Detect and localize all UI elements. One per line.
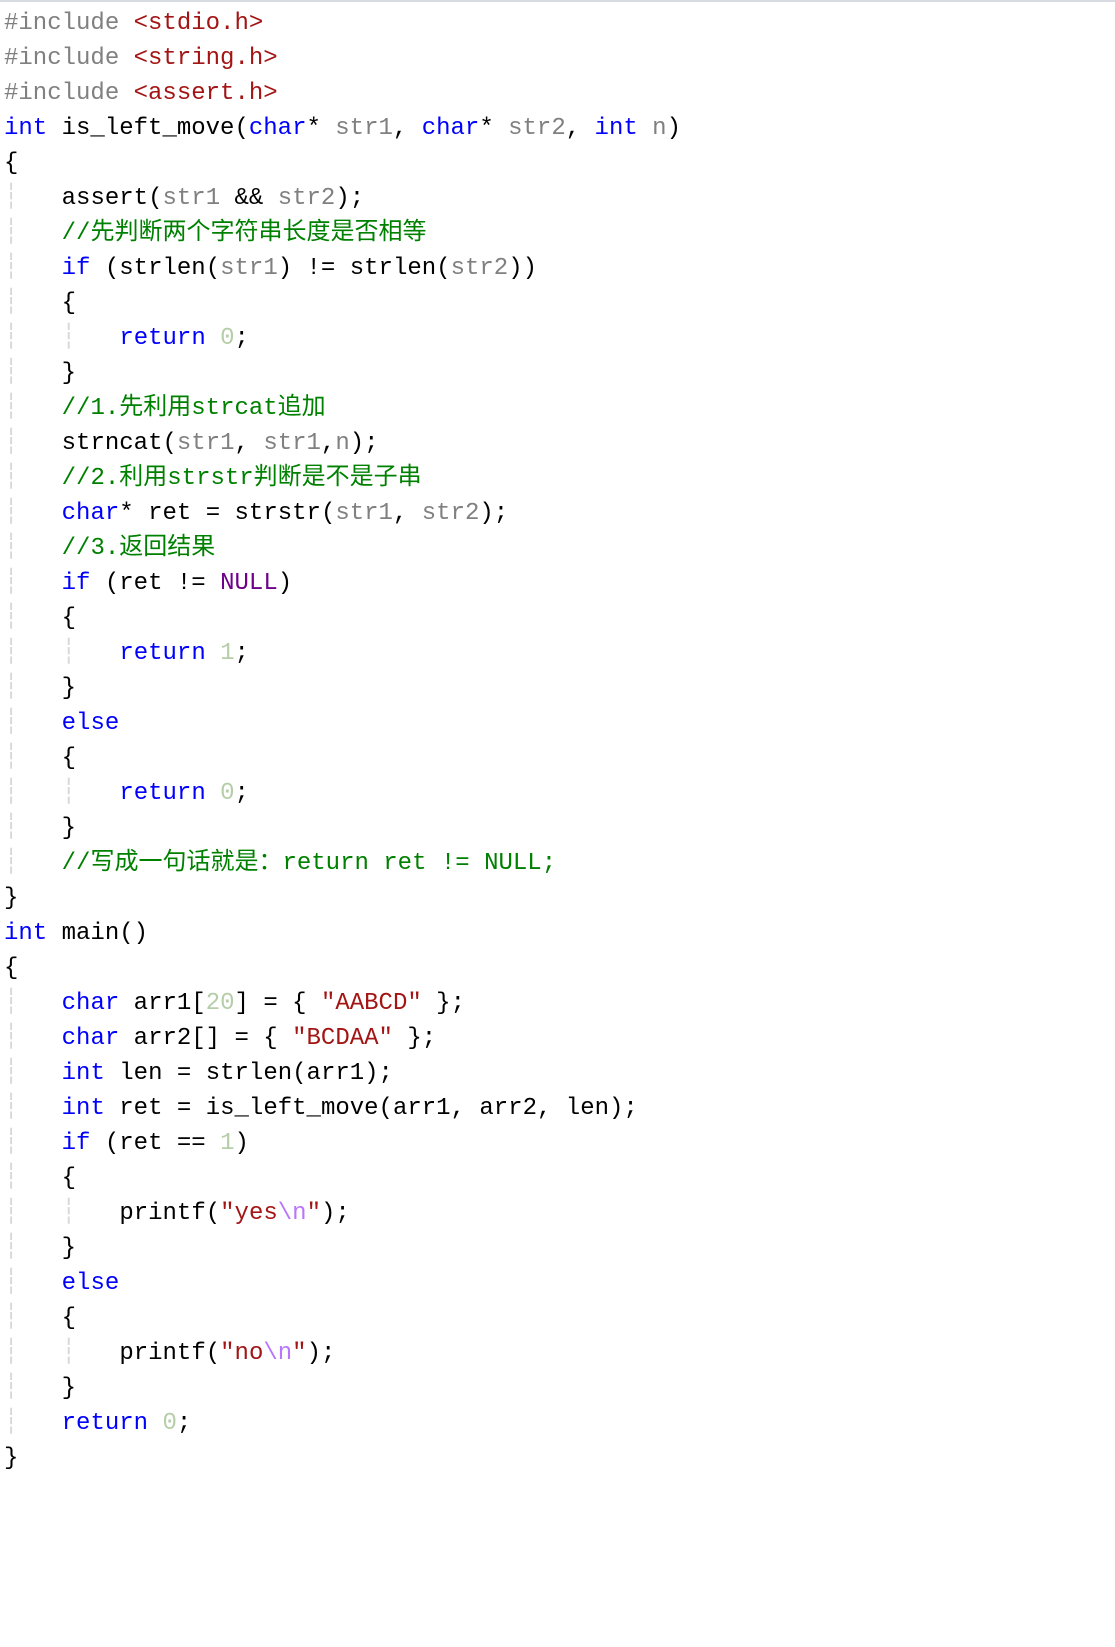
kw-char: char	[249, 115, 307, 142]
kw-else: else	[62, 1270, 120, 1297]
kw-if: if	[62, 255, 91, 282]
kw-return: return	[119, 640, 205, 667]
comment: //写成一句话就是：return ret != NULL;	[62, 850, 556, 877]
include-header: <stdio.h>	[134, 10, 264, 37]
kw-int: int	[4, 920, 47, 947]
param-str1: str1	[335, 115, 393, 142]
string-literal: "no\n"	[220, 1340, 306, 1367]
code-block: #include <stdio.h> #include <string.h> #…	[0, 2, 1115, 1486]
call-printf: printf	[119, 1200, 205, 1227]
kw-else: else	[62, 710, 120, 737]
macro-null: NULL	[220, 570, 278, 597]
string-literal: "BCDAA"	[292, 1025, 393, 1052]
comment: //3.返回结果	[62, 535, 216, 562]
kw-if: if	[62, 570, 91, 597]
kw-char: char	[62, 990, 120, 1017]
kw-if: if	[62, 1130, 91, 1157]
kw-char: char	[62, 1025, 120, 1052]
preproc-include: #include	[4, 80, 134, 107]
param-str2: str2	[508, 115, 566, 142]
func-name: is_left_move	[62, 115, 235, 142]
preproc-include: #include	[4, 10, 134, 37]
string-literal: "AABCD"	[321, 990, 422, 1017]
kw-return: return	[119, 325, 205, 352]
kw-return: return	[119, 780, 205, 807]
kw-return: return	[62, 1410, 148, 1437]
func-main: main	[62, 920, 120, 947]
call-printf: printf	[119, 1340, 205, 1367]
comment: //先判断两个字符串长度是否相等	[62, 220, 427, 247]
include-header: <assert.h>	[134, 80, 278, 107]
param-n: n	[652, 115, 666, 142]
comment: //2.利用strstr判断是不是子串	[62, 465, 422, 492]
string-literal: "yes\n"	[220, 1200, 321, 1227]
kw-int: int	[62, 1095, 105, 1122]
kw-int: int	[595, 115, 638, 142]
kw-char: char	[62, 500, 120, 527]
preproc-include: #include	[4, 45, 134, 72]
kw-int: int	[62, 1060, 105, 1087]
include-header: <string.h>	[134, 45, 278, 72]
kw-int: int	[4, 115, 47, 142]
call-strncat: strncat	[62, 430, 163, 457]
comment: //1.先利用strcat追加	[62, 395, 326, 422]
call-assert: assert	[62, 185, 148, 212]
kw-char: char	[422, 115, 480, 142]
